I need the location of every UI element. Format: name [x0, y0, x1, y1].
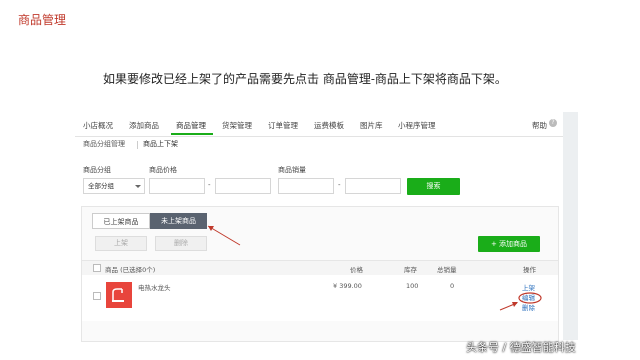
sales-max-input[interactable]: [345, 178, 401, 194]
subnav-group-manage[interactable]: 商品分组管理: [83, 139, 125, 149]
delete-selected-button[interactable]: 删除: [155, 236, 207, 251]
nav-item-shelf-manage[interactable]: 货架管理: [222, 120, 252, 131]
sub-navigation: 商品分组管理 商品上下架: [75, 138, 563, 152]
plus-icon: +: [490, 240, 500, 248]
header-stock: 库存: [404, 266, 417, 274]
group-select-value: 全部分组: [88, 182, 114, 190]
filter-bar: 商品分组 全部分组 商品价格 - 商品销量 - 搜索: [75, 156, 563, 198]
header-operations: 操作: [523, 266, 536, 274]
header-sales: 总销量: [437, 266, 457, 274]
product-sales: 0: [450, 282, 455, 290]
row-edit-link[interactable]: 编辑: [522, 292, 535, 302]
add-product-button[interactable]: + 添加商品: [478, 236, 540, 252]
add-product-label: 添加商品: [499, 240, 528, 248]
nav-item-overview[interactable]: 小店概况: [83, 120, 113, 131]
nav-item-product-manage[interactable]: 商品管理: [176, 120, 206, 131]
group-select[interactable]: 全部分组: [83, 178, 145, 194]
price-max-input[interactable]: [215, 178, 271, 194]
sales-range-separator: -: [338, 181, 341, 189]
row-delete-link[interactable]: 删除: [522, 302, 535, 312]
product-stock: 100: [406, 282, 419, 290]
help-icon[interactable]: ?: [549, 119, 557, 127]
subnav-shelf-onoff[interactable]: 商品上下架: [143, 139, 178, 149]
product-thumbnail[interactable]: [106, 282, 132, 308]
nav-item-order-manage[interactable]: 订单管理: [268, 120, 298, 131]
header-product: 商品 (已选择0个): [105, 266, 156, 274]
header-price: 价格: [350, 266, 363, 274]
nav-item-add-product[interactable]: 添加商品: [129, 120, 159, 131]
subnav-divider: [137, 141, 138, 149]
list-on-shelf-button[interactable]: 上架: [95, 236, 147, 251]
sales-min-input[interactable]: [278, 178, 334, 194]
price-min-input[interactable]: [149, 178, 205, 194]
faucet-icon: [112, 288, 124, 302]
admin-panel: 小店概况 添加商品 商品管理 货架管理 订单管理 运费模板 图片库 小程序管理 …: [75, 112, 563, 342]
top-navigation: 小店概况 添加商品 商品管理 货架管理 订单管理 运费模板 图片库 小程序管理 …: [75, 112, 563, 137]
product-list-area: 已上架商品 未上架商品 上架 删除 + 添加商品 商品 (已选择0个) 价格 库…: [81, 206, 559, 342]
search-button[interactable]: 搜索: [407, 178, 460, 195]
chevron-down-icon: [135, 185, 141, 188]
active-tab-indicator: [171, 133, 213, 135]
group-filter-label: 商品分组: [83, 166, 111, 174]
instruction-text: 如果要修改已经上架了的产品需要先点击 商品管理-商品上下架将商品下架。: [103, 72, 507, 86]
nav-item-mini-program[interactable]: 小程序管理: [398, 120, 436, 131]
tab-unlisted-products[interactable]: 未上架商品: [150, 213, 207, 229]
row-checkbox[interactable]: [93, 292, 101, 300]
product-name[interactable]: 电热水龙头: [138, 282, 171, 292]
table-row: 电热水龙头 ¥ 399.00 100 0 上架 编辑 删除: [82, 275, 558, 321]
price-filter-label: 商品价格: [149, 166, 177, 174]
watermark: 头条号 / 德盛智能科技: [466, 341, 576, 354]
table-header: 商品 (已选择0个) 价格 库存 总销量 操作: [82, 260, 558, 276]
tab-listed-products[interactable]: 已上架商品: [92, 213, 150, 229]
slide-title: 商品管理: [18, 13, 67, 27]
scrollbar[interactable]: [563, 112, 578, 340]
price-range-separator: -: [208, 181, 211, 189]
row-list-on-shelf-link[interactable]: 上架: [522, 282, 535, 292]
product-price: ¥ 399.00: [333, 282, 362, 290]
nav-item-image-library[interactable]: 图片库: [360, 120, 383, 131]
select-all-checkbox[interactable]: [93, 264, 101, 272]
help-link[interactable]: 帮助: [532, 120, 547, 131]
sales-filter-label: 商品销量: [278, 166, 306, 174]
nav-item-freight-template[interactable]: 运费模板: [314, 120, 344, 131]
